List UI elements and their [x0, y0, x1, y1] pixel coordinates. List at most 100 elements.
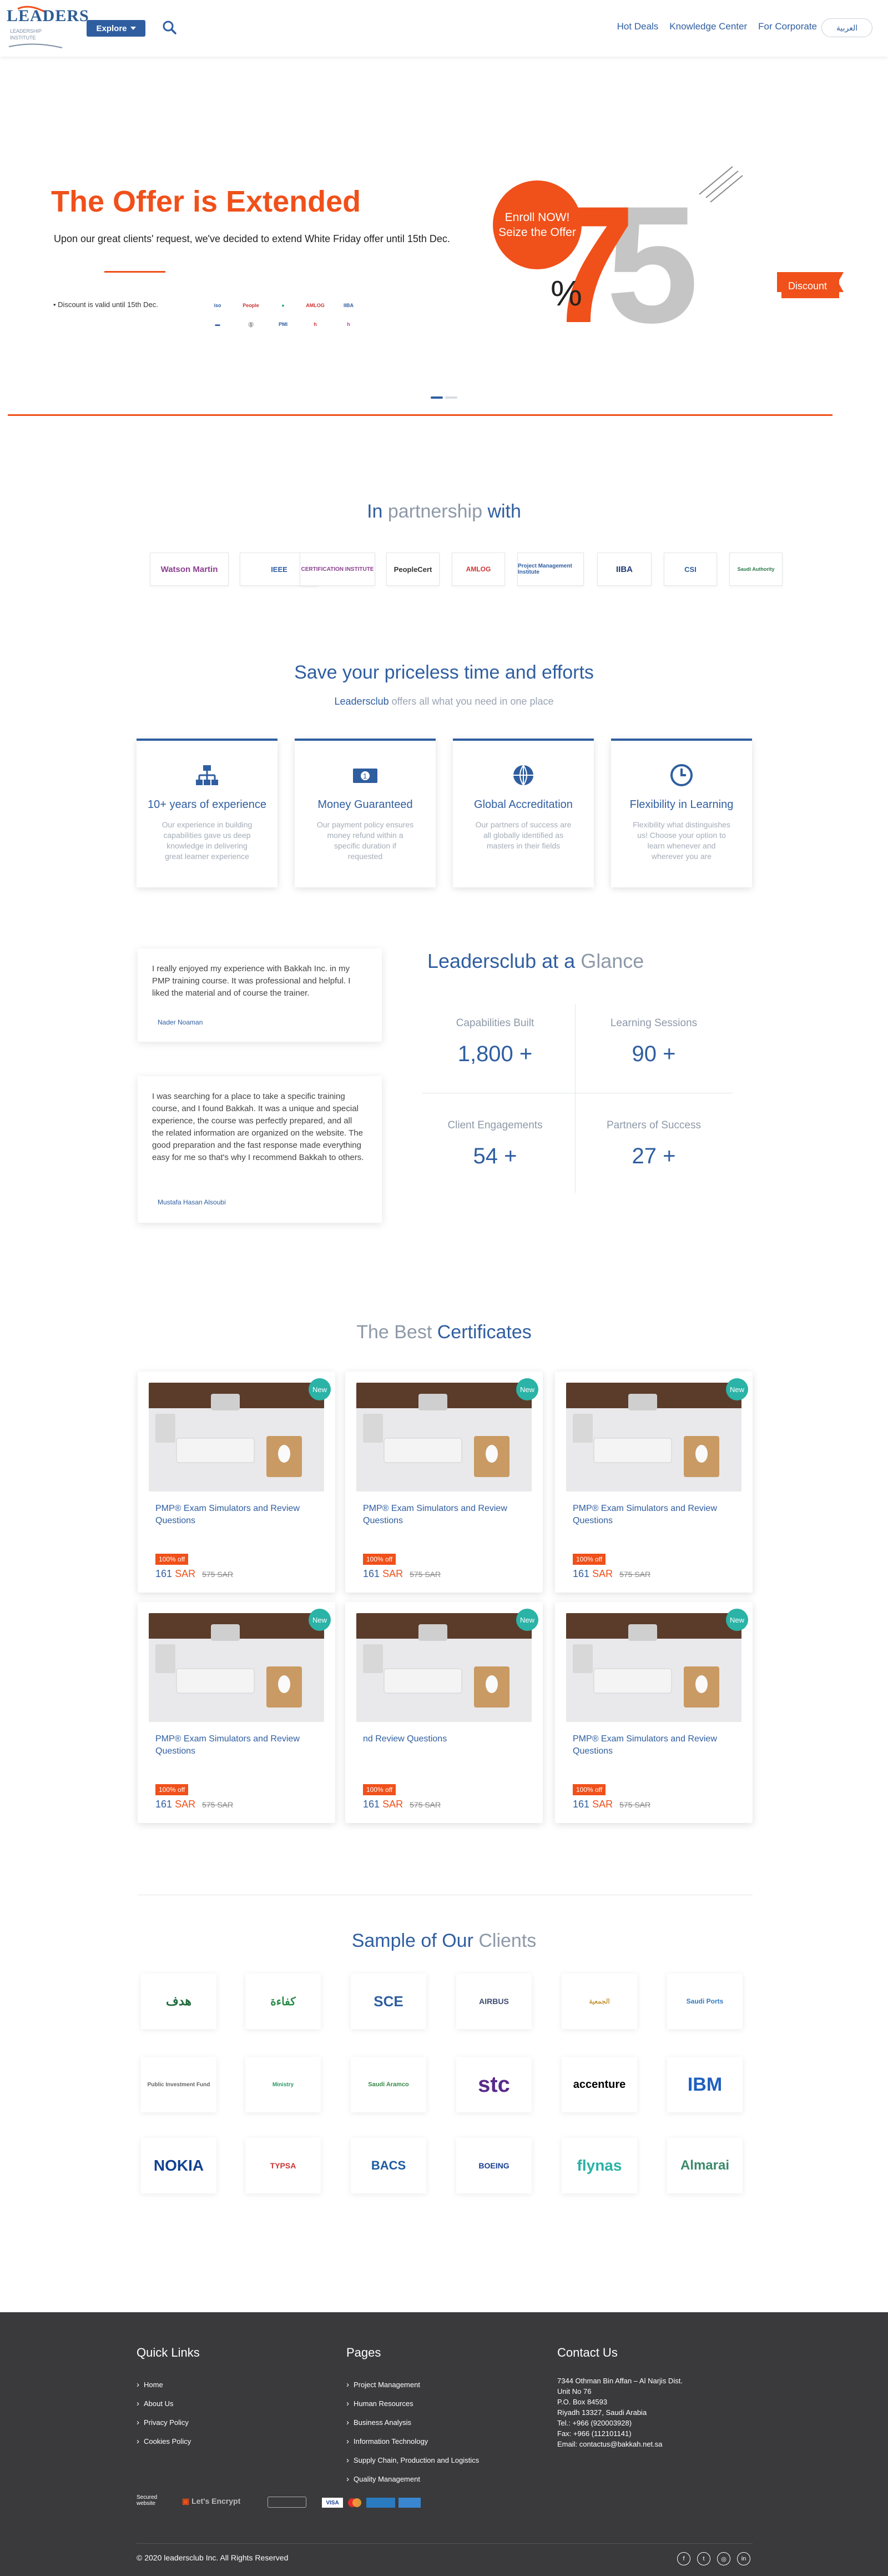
contact-line: P.O. Box 84593: [557, 2398, 608, 2406]
maroof-badge-icon: [268, 2497, 306, 2508]
partner-logo-icon: h: [347, 322, 350, 327]
footer-link-home[interactable]: Home: [137, 2376, 191, 2394]
hero-bullet: • Discount is valid until 15th Dec.: [53, 300, 158, 309]
certificate-title[interactable]: PMP® Exam Simulators and Review Question…: [573, 1733, 739, 1757]
course-thumbnail[interactable]: [149, 1383, 324, 1492]
feature-title: Global Accreditation: [474, 799, 573, 811]
price: 161 SAR 575 SAR: [363, 1799, 441, 1810]
stat-engagements: Client Engagements 54 +: [417, 1119, 573, 1169]
certificate-card[interactable]: New PMP® Exam Simulators and Review Quest…: [138, 1372, 335, 1593]
partner-watson-martin[interactable]: Watson Martin: [150, 553, 229, 586]
instagram-icon[interactable]: ◎: [717, 2552, 730, 2565]
save-sub-text: offers all what you need in one place: [391, 696, 554, 707]
search-icon[interactable]: [162, 20, 176, 34]
explore-button[interactable]: Explore: [87, 20, 145, 37]
slider-dot-active[interactable]: [431, 396, 443, 399]
footer-page-link[interactable]: Project Management: [346, 2376, 479, 2394]
footer-quick-links: Home About Us Privacy Policy Cookies Pol…: [137, 2376, 191, 2451]
new-badge: New: [516, 1609, 538, 1631]
feature-text: Our experience in building capabilities …: [162, 820, 253, 861]
course-thumbnail[interactable]: [356, 1613, 532, 1722]
partner-peoplecert[interactable]: PeopleCert: [386, 553, 440, 586]
client-logo: كفاءة: [245, 1974, 321, 2029]
certificate-card[interactable]: New PMP® Exam Simulators and Review Quest…: [555, 1372, 753, 1593]
discount-badge: 100% off: [573, 1784, 606, 1795]
client-logo: الجمعية: [562, 1974, 637, 2029]
slider-dots: [431, 396, 457, 399]
nav-knowledge-center[interactable]: Knowledge Center: [669, 21, 747, 32]
footer-link-cookies[interactable]: Cookies Policy: [137, 2432, 191, 2451]
footer-page-link[interactable]: Quality Management: [346, 2470, 479, 2489]
linkedin-icon[interactable]: in: [737, 2552, 750, 2565]
certificate-title[interactable]: PMP® Exam Simulators and Review Question…: [155, 1503, 322, 1527]
stat-value: 54 +: [473, 1144, 517, 1168]
twitter-icon[interactable]: t: [697, 2552, 710, 2565]
certificate-title[interactable]: PMP® Exam Simulators and Review Question…: [155, 1733, 322, 1757]
globe-icon: [513, 765, 533, 786]
price-currency: SAR: [175, 1799, 196, 1810]
enroll-now-bubble[interactable]: Enroll NOW! Seize the Offer: [493, 180, 582, 269]
stat-value: 1,800 +: [457, 1042, 533, 1066]
certificate-title[interactable]: PMP® Exam Simulators and Review Question…: [363, 1503, 529, 1527]
certificate-card[interactable]: New PMP® Exam Simulators and Review Quest…: [138, 1602, 335, 1823]
hero-text: Upon our great clients' request, we've d…: [54, 233, 450, 244]
price-currency: SAR: [592, 1799, 613, 1810]
footer-page-link[interactable]: Information Technology: [346, 2432, 479, 2451]
partner-iiba[interactable]: IIBA: [597, 553, 652, 586]
certificate-card[interactable]: New nd Review Questions 100% off 161 SAR 575…: [345, 1602, 543, 1823]
hero-bullet-text: Discount is valid until 15th Dec.: [58, 300, 158, 309]
old-price: 575 SAR: [410, 1570, 441, 1579]
nav-for-corporate[interactable]: For Corporate: [758, 21, 817, 32]
price: 161 SAR 575 SAR: [155, 1568, 233, 1580]
save-time-subtitle: Leadersclub offers all what you need in …: [0, 696, 888, 707]
partner-csi[interactable]: CSI: [664, 553, 717, 586]
contact-line: Unit No 76: [557, 2387, 592, 2396]
contact-email[interactable]: Email: contactus@bakkah.net.sa: [557, 2439, 683, 2449]
site-logo[interactable]: LEADERS LEADERSHIP INSTITUTE: [7, 6, 89, 50]
new-badge: New: [309, 1609, 331, 1631]
social-links: f t ◎ in: [677, 2552, 750, 2565]
language-switch-button[interactable]: العربية: [821, 18, 872, 37]
contact-line: Riyadh 13327, Saudi Arabia: [557, 2408, 647, 2417]
client-logo: Almarai: [667, 2138, 743, 2193]
facebook-icon[interactable]: f: [677, 2552, 690, 2565]
lock-icon: ▣: [182, 2497, 190, 2505]
partner-pmi[interactable]: Project Management Institute: [517, 553, 584, 586]
logo-subtext: LEADERSHIP INSTITUTE: [10, 28, 42, 41]
certificate-title[interactable]: nd Review Questions: [363, 1733, 529, 1745]
nav-hot-deals[interactable]: Hot Deals: [617, 21, 659, 32]
discount-badge: 100% off: [363, 1554, 396, 1565]
save-sub-brand: Leadersclub: [334, 696, 389, 707]
certificate-title[interactable]: PMP® Exam Simulators and Review Question…: [573, 1503, 739, 1527]
partnership-title-a: In: [367, 501, 383, 522]
course-thumbnail[interactable]: [566, 1383, 741, 1492]
certificates-title-b: Certificates: [437, 1322, 532, 1343]
slider-dot[interactable]: [445, 396, 457, 399]
footer-link-about[interactable]: About Us: [137, 2394, 191, 2413]
stat-label: Client Engagements: [447, 1119, 543, 1131]
partner-saudi-authority[interactable]: Saudi Authority: [729, 553, 783, 586]
price-value: 161: [363, 1799, 380, 1810]
course-thumbnail[interactable]: [566, 1613, 741, 1722]
footer-page-link[interactable]: Supply Chain, Production and Logistics: [346, 2451, 479, 2470]
footer-page-link[interactable]: Human Resources: [346, 2394, 479, 2413]
price: 161 SAR 575 SAR: [573, 1799, 650, 1810]
certificate-card[interactable]: New PMP® Exam Simulators and Review Quest…: [345, 1372, 543, 1593]
partner-logo-icon: People: [243, 303, 259, 308]
discount-badge: 100% off: [155, 1784, 189, 1795]
footer-link-privacy[interactable]: Privacy Policy: [137, 2413, 191, 2432]
footer-page-link[interactable]: Business Analysis: [346, 2413, 479, 2432]
client-logo: BOEING: [456, 2138, 532, 2193]
footer-contact-info: 7344 Othman Bin Affan – Al Narjis Dist. …: [557, 2376, 683, 2449]
course-thumbnail[interactable]: [356, 1383, 532, 1492]
partner-certification-institute[interactable]: CERTIFICATION INSTITUTE: [300, 553, 375, 586]
partner-amlog[interactable]: AMLOG: [452, 553, 505, 586]
client-logo: accenture: [562, 2057, 637, 2112]
certificate-card[interactable]: New PMP® Exam Simulators and Review Quest…: [555, 1602, 753, 1823]
discount-badge: 100% off: [155, 1554, 189, 1565]
glance-title-b: Glance: [581, 950, 644, 972]
feature-text: Our partners of success are all globally…: [475, 820, 572, 850]
course-thumbnail[interactable]: [149, 1613, 324, 1722]
main-nav: Hot Deals Knowledge Center For Corporate: [617, 21, 817, 32]
footer-pages-title: Pages: [346, 2346, 381, 2359]
